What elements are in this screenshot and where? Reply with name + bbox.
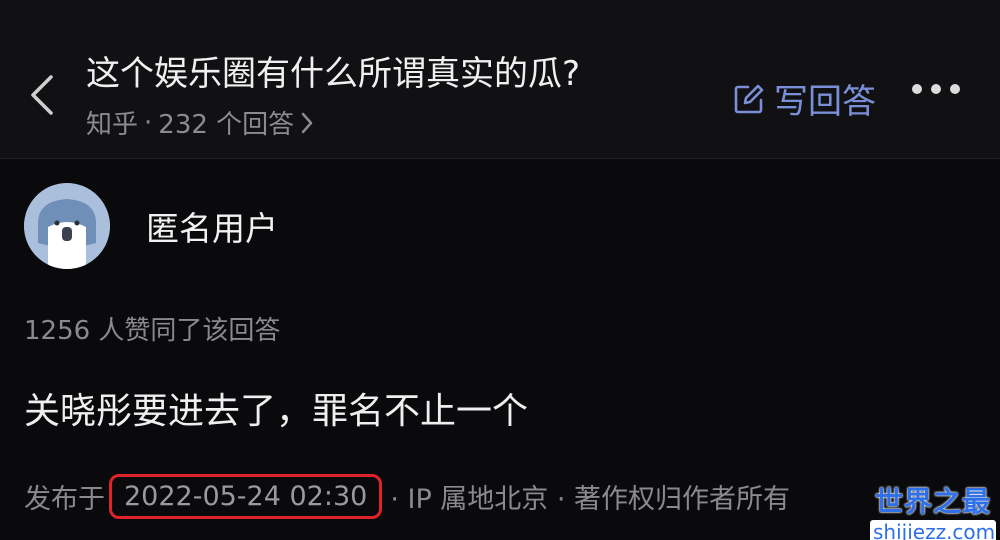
publish-date: 2022-05-24 02:30 [109, 474, 383, 519]
question-title[interactable]: 这个娱乐圈有什么所谓真实的瓜? [86, 46, 580, 95]
back-button[interactable] [22, 70, 62, 120]
watermark-url: shijiezz.com [870, 520, 996, 540]
publish-prefix: 发布于 [24, 484, 105, 515]
author-row[interactable]: 匿名用户 [24, 183, 278, 269]
separator: · [144, 107, 153, 138]
question-header: 这个娱乐圈有什么所谓真实的瓜? 知乎 · 232 个回答 写回答 [0, 0, 1000, 158]
question-subtitle[interactable]: 知乎 · 232 个回答 [86, 104, 314, 141]
watermark-title: 世界之最 [874, 485, 991, 518]
author-name[interactable]: 匿名用户 [146, 202, 278, 250]
write-answer-label: 写回答 [774, 82, 876, 122]
divider [0, 158, 1000, 159]
more-dot [931, 84, 941, 94]
meta-suffix: · IP 属地北京 · 著作权归作者所有 [390, 484, 791, 515]
answer-meta: 发布于 2022-05-24 02:30 · IP 属地北京 · 著作权归作者所… [24, 474, 790, 519]
more-dot [950, 84, 960, 94]
answer-content[interactable]: 关晓彤要进去了，罪名不止一个 [24, 382, 528, 434]
back-chevron-icon [31, 75, 53, 115]
source-label: 知乎 [86, 110, 139, 140]
vote-count: 1256 人赞同了该回答 [24, 316, 281, 346]
anonymous-avatar-icon [24, 183, 110, 269]
more-icon [912, 84, 922, 94]
avatar[interactable] [24, 183, 110, 269]
watermark: 世界之最 shijiezz.com [870, 480, 996, 540]
answer-count: 232 个回答 [158, 110, 295, 140]
edit-icon [734, 84, 764, 113]
write-answer-button[interactable]: 写回答 [732, 74, 876, 123]
more-button[interactable] [912, 84, 960, 94]
chevron-right-icon [301, 112, 313, 133]
